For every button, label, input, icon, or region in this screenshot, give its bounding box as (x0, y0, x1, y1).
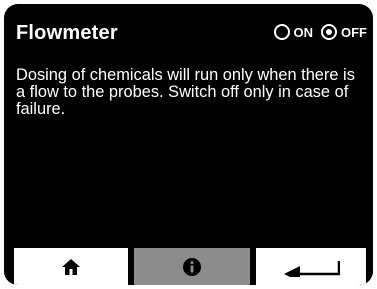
radio-off-icon[interactable] (321, 24, 337, 40)
home-button[interactable] (14, 248, 128, 285)
radio-off-option[interactable]: OFF (321, 24, 367, 40)
description-text: Dosing of chemicals will run only when t… (16, 66, 355, 118)
info-icon (182, 257, 202, 277)
radio-on-icon[interactable] (273, 24, 290, 40)
return-arrow-icon (282, 257, 340, 277)
home-icon (61, 258, 81, 276)
radio-on-option[interactable]: ON (273, 24, 314, 40)
radio-off-label: OFF (341, 24, 367, 40)
back-button[interactable] (256, 248, 366, 285)
header: Flowmeter ON OFF (16, 22, 367, 48)
device-screen: Flowmeter ON OFF Dosing of chemicals wil… (4, 4, 373, 285)
info-button[interactable] (134, 248, 250, 285)
on-off-toggle: ON OFF (266, 24, 367, 40)
page-title: Flowmeter (16, 22, 118, 44)
radio-on-label: ON (293, 24, 314, 40)
footer-nav (4, 242, 373, 285)
